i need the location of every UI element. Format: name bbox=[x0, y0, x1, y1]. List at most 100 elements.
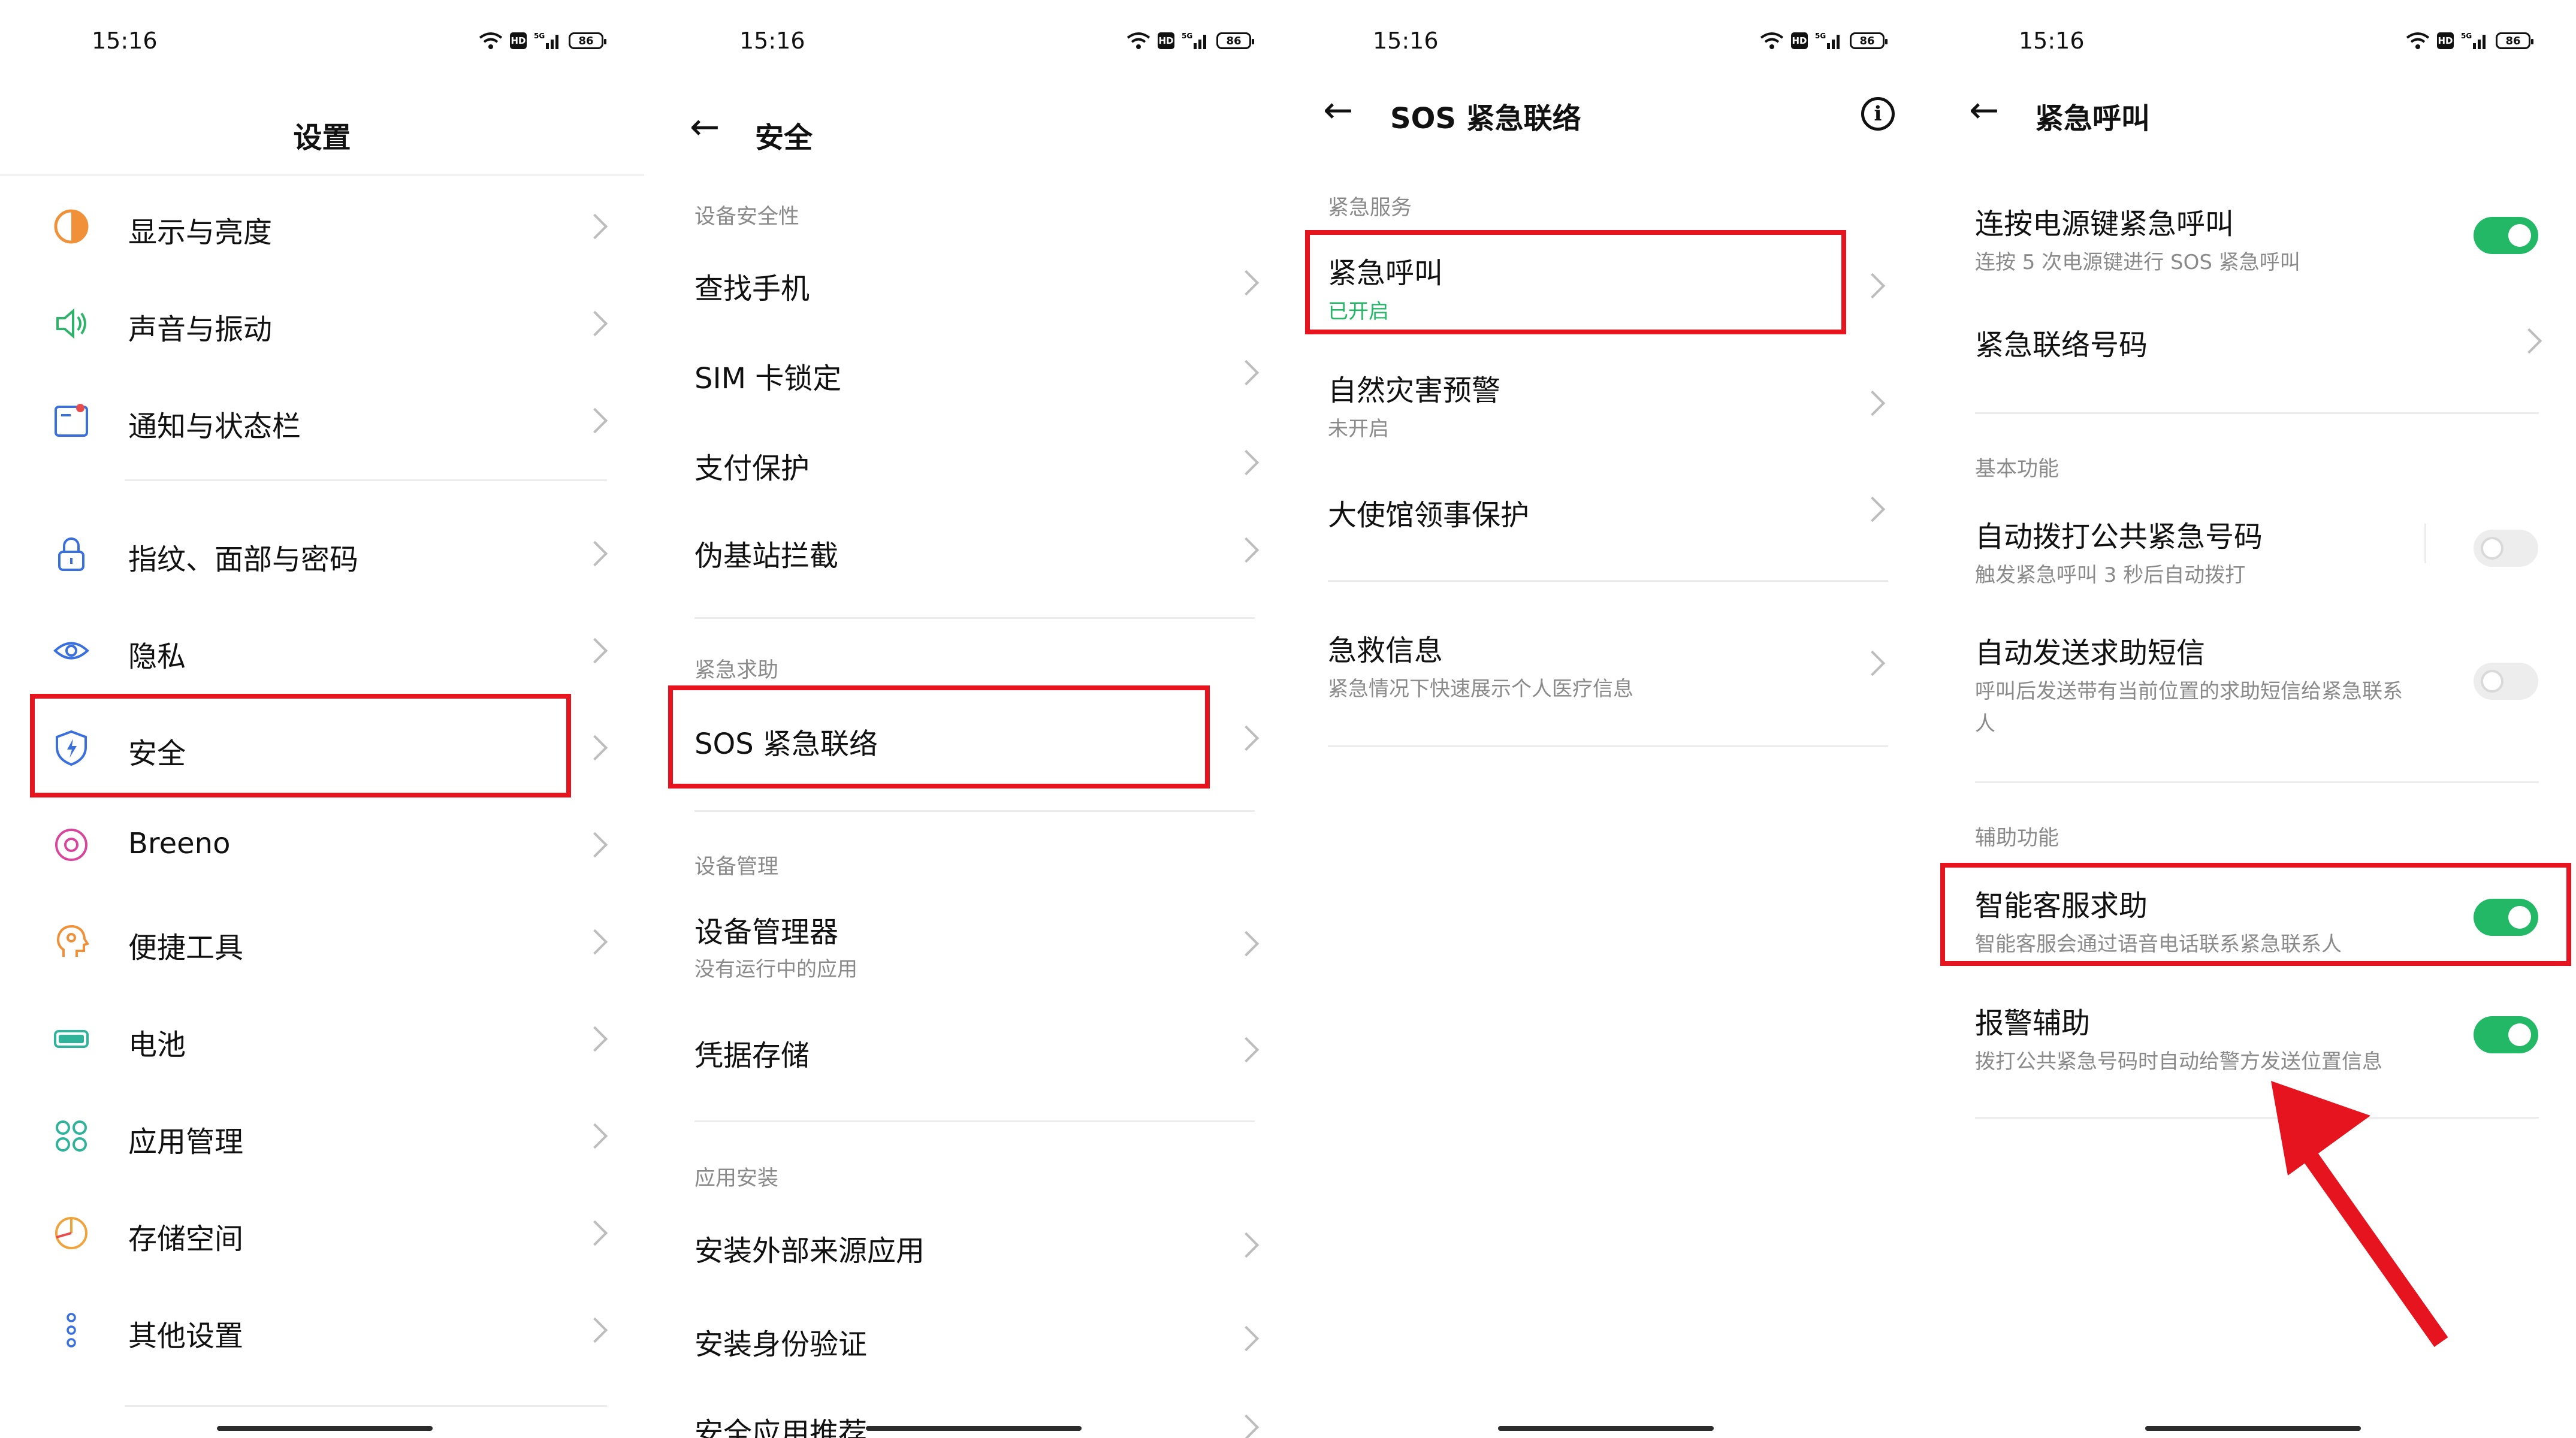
battery-status-icon: 86 bbox=[1850, 32, 1888, 49]
chevron-right-icon bbox=[1233, 270, 1260, 296]
emergency-call-screen: 15:16 HD 5G 86 ← 紧急呼叫 连按电源键紧急呼叫 连按 5 次电源… bbox=[1927, 0, 2571, 1438]
settings-item-breeno[interactable]: Breeno bbox=[0, 809, 644, 881]
page-title: SOS 紧急联络 bbox=[1390, 102, 1581, 135]
highlight-box bbox=[1940, 863, 2571, 966]
credential-storage-item[interactable]: 凭据存储 bbox=[648, 1014, 1292, 1086]
settings-item-tools[interactable]: 便捷工具 bbox=[0, 906, 644, 978]
chevron-right-icon bbox=[1233, 537, 1260, 563]
install-verify-item[interactable]: 安装身份验证 bbox=[648, 1303, 1292, 1374]
chevron-right-icon bbox=[2516, 328, 2542, 354]
item-label: 凭据存储 bbox=[694, 1039, 810, 1073]
display-brightness-icon bbox=[53, 208, 90, 245]
settings-item-privacy[interactable]: 隐私 bbox=[0, 615, 644, 687]
back-arrow-icon[interactable]: ← bbox=[1323, 92, 1353, 128]
police-assist-item[interactable]: 报警辅助 拨打公共紧急号码时自动给警方发送位置信息 bbox=[1927, 992, 2571, 1082]
svg-text:5G: 5G bbox=[2461, 32, 2472, 40]
medical-info-item[interactable]: 急救信息 紧急情况下快速展示个人医疗信息 bbox=[1281, 617, 1925, 707]
chevron-right-icon bbox=[1233, 1232, 1260, 1258]
police-assist-toggle[interactable] bbox=[2474, 1016, 2538, 1053]
home-indicator[interactable] bbox=[1498, 1426, 1714, 1431]
page-title: 紧急呼叫 bbox=[2035, 102, 2151, 135]
notification-icon bbox=[53, 402, 90, 439]
install-external-item[interactable]: 安装外部来源应用 bbox=[648, 1209, 1292, 1281]
svg-text:5G: 5G bbox=[1182, 32, 1192, 40]
item-label: 伪基站拦截 bbox=[694, 539, 839, 573]
section-header: 设备安全性 bbox=[694, 205, 800, 229]
chevron-right-icon bbox=[582, 213, 608, 240]
header-divider bbox=[0, 174, 644, 176]
sound-vibration-icon bbox=[53, 305, 90, 342]
find-phone-item[interactable]: 查找手机 bbox=[648, 247, 1292, 319]
item-label: 支付保护 bbox=[694, 452, 810, 485]
power-press-call-item[interactable]: 连按电源键紧急呼叫 连按 5 次电源键进行 SOS 紧急呼叫 bbox=[1927, 193, 2571, 283]
item-subtitle: 连按 5 次电源键进行 SOS 紧急呼叫 bbox=[1975, 250, 2300, 274]
home-indicator[interactable] bbox=[217, 1426, 433, 1431]
settings-item-sound[interactable]: 声音与振动 bbox=[0, 288, 644, 360]
disaster-warning-item[interactable]: 自然灾害预警 未开启 bbox=[1281, 357, 1925, 447]
lock-icon bbox=[53, 535, 90, 572]
power-press-toggle[interactable] bbox=[2474, 217, 2538, 254]
item-subtitle: 触发紧急呼叫 3 秒后自动拨打 bbox=[1975, 563, 2246, 587]
item-label: 连按电源键紧急呼叫 bbox=[1975, 207, 2234, 241]
sim-lock-item[interactable]: SIM 卡锁定 bbox=[648, 337, 1292, 409]
page-title: 安全 bbox=[755, 121, 813, 155]
storage-pie-icon bbox=[53, 1215, 90, 1252]
safe-app-recommend-item[interactable]: 安全应用推荐 bbox=[648, 1396, 1292, 1438]
group-divider bbox=[694, 617, 1255, 619]
chevron-right-icon bbox=[1233, 1414, 1260, 1438]
emergency-contact-number-item[interactable]: 紧急联络号码 bbox=[1927, 307, 2571, 379]
item-label: 安装身份验证 bbox=[694, 1328, 868, 1361]
more-dots-icon bbox=[53, 1312, 90, 1349]
group-divider bbox=[125, 479, 607, 481]
auto-dial-item[interactable]: 自动拨打公共紧急号码 触发紧急呼叫 3 秒后自动拨打 bbox=[1927, 506, 2571, 596]
home-indicator[interactable] bbox=[866, 1426, 1082, 1431]
vertical-divider bbox=[2424, 524, 2426, 563]
status-bar: 15:16 HD 5G 86 bbox=[1927, 28, 2571, 58]
settings-item-fingerprint[interactable]: 指纹、面部与密码 bbox=[0, 518, 644, 590]
chevron-right-icon bbox=[1859, 650, 1886, 676]
settings-item-notifications[interactable]: 通知与状态栏 bbox=[0, 385, 644, 457]
home-indicator[interactable] bbox=[2145, 1426, 2361, 1431]
chevron-right-icon bbox=[1233, 1325, 1260, 1352]
apps-grid-icon bbox=[53, 1117, 90, 1155]
settings-item-label: 存储空间 bbox=[128, 1222, 244, 1256]
embassy-protect-item[interactable]: 大使馆领事保护 bbox=[1281, 473, 1925, 545]
item-subtitle: 未开启 bbox=[1328, 417, 1389, 441]
settings-item-label: 指纹、面部与密码 bbox=[128, 543, 359, 576]
item-label: 自然灾害预警 bbox=[1328, 374, 1501, 407]
back-arrow-icon[interactable]: ← bbox=[1969, 92, 1999, 128]
status-time: 15:16 bbox=[1373, 28, 1439, 54]
item-label: 自动发送求助短信 bbox=[1975, 636, 2206, 670]
battery-icon bbox=[53, 1020, 90, 1058]
sos-screen: 15:16 HD 5G 86 ← SOS 紧急联络 i 紧急服务 紧急呼叫 已开… bbox=[1281, 0, 1925, 1438]
toggle-knob bbox=[2508, 1023, 2531, 1046]
auto-dial-toggle[interactable] bbox=[2474, 530, 2538, 567]
group-divider bbox=[694, 810, 1255, 812]
status-bar: 15:16 HD 5G 86 bbox=[648, 28, 1292, 58]
device-manager-item[interactable]: 设备管理器 没有运行中的应用 bbox=[648, 899, 1292, 989]
settings-item-apps[interactable]: 应用管理 bbox=[0, 1100, 644, 1172]
chevron-right-icon bbox=[1233, 360, 1260, 386]
page-title: 设置 bbox=[293, 121, 351, 155]
toggle-knob bbox=[2481, 670, 2503, 693]
chevron-right-icon bbox=[1233, 725, 1260, 751]
settings-item-label: 电池 bbox=[128, 1028, 186, 1062]
info-icon[interactable]: i bbox=[1861, 97, 1895, 131]
settings-item-display[interactable]: 显示与亮度 bbox=[0, 191, 644, 262]
auto-sms-toggle[interactable] bbox=[2474, 663, 2538, 700]
item-label: 报警辅助 bbox=[1975, 1007, 2091, 1040]
settings-item-battery[interactable]: 电池 bbox=[0, 1003, 644, 1075]
fake-station-block-item[interactable]: 伪基站拦截 bbox=[648, 514, 1292, 586]
item-label: 设备管理器 bbox=[694, 916, 839, 949]
item-subtitle: 没有运行中的应用 bbox=[694, 957, 857, 981]
section-header: 紧急服务 bbox=[1328, 196, 1412, 220]
payment-protect-item[interactable]: 支付保护 bbox=[648, 427, 1292, 499]
settings-item-storage[interactable]: 存储空间 bbox=[0, 1197, 644, 1269]
item-subtitle-cont: 人 bbox=[1975, 712, 1995, 736]
wifi-icon bbox=[1127, 32, 1150, 49]
auto-sms-item[interactable]: 自动发送求助短信 呼叫后发送带有当前位置的求助短信给紧急联系 人 bbox=[1927, 622, 2571, 742]
settings-item-other[interactable]: 其他设置 bbox=[0, 1294, 644, 1366]
back-arrow-icon[interactable]: ← bbox=[690, 109, 720, 145]
status-time: 15:16 bbox=[2019, 28, 2085, 54]
chevron-right-icon bbox=[582, 832, 608, 858]
